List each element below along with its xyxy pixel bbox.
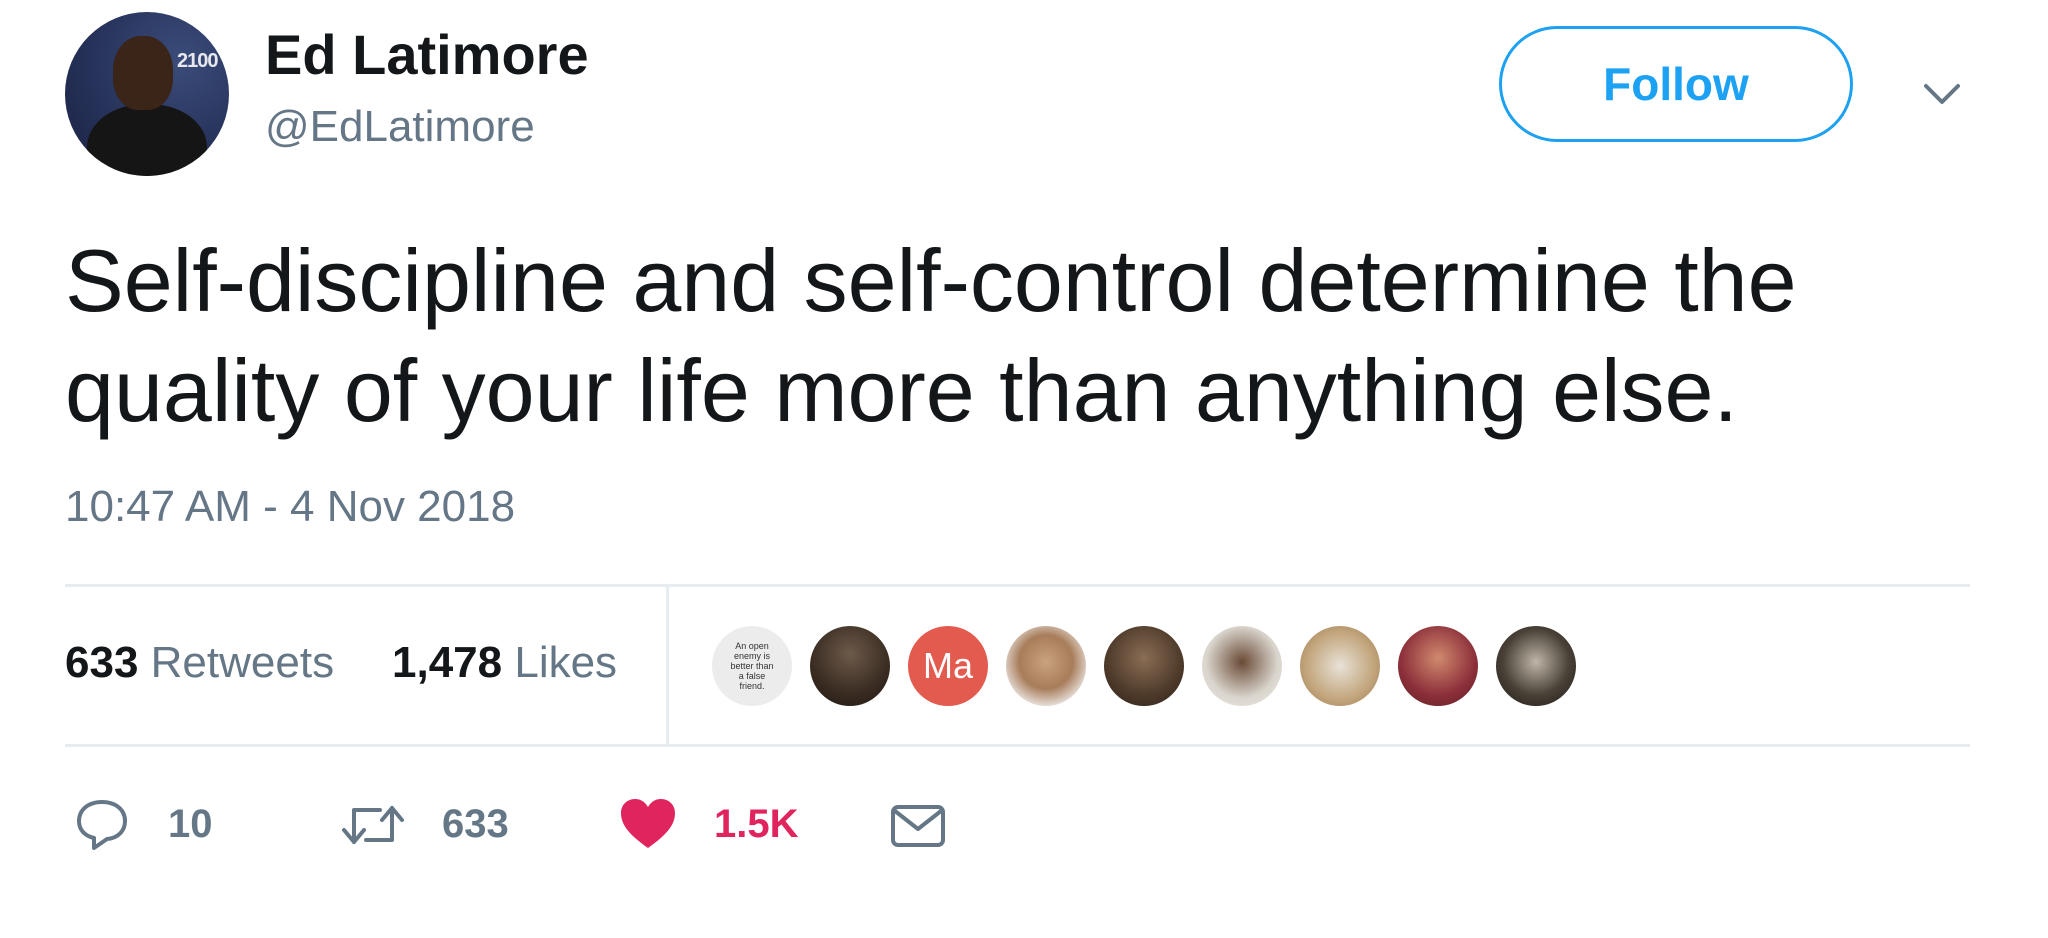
avatar-banner-text: 2100 xyxy=(177,50,218,72)
tweet-timestamp[interactable]: 10:47 AM - 4 Nov 2018 xyxy=(65,480,515,534)
author-handle[interactable]: @EdLatimore xyxy=(265,100,535,154)
tweet-text: Self-discipline and self-control determi… xyxy=(65,231,1797,440)
retweets-stat-count: 633 xyxy=(65,638,139,687)
liker-avatar-3-initials: Ma xyxy=(922,645,973,686)
reply-count: 10 xyxy=(168,802,213,846)
stats-vertical-divider xyxy=(666,586,669,744)
likes-stat[interactable]: 1,478 Likes xyxy=(392,636,617,690)
heart-icon[interactable] xyxy=(618,796,678,852)
avatar-torso-shape xyxy=(87,104,207,176)
liker-avatar-8[interactable] xyxy=(1398,626,1478,706)
message-icon[interactable] xyxy=(890,804,946,848)
liker-avatar-1-quote: An open enemy is better than a false fri… xyxy=(730,641,774,691)
likes-stat-label: Likes xyxy=(514,638,618,687)
liker-avatar-1[interactable]: An open enemy is better than a false fri… xyxy=(712,626,792,706)
tweet-card: 2100 Ed Latimore @EdLatimore Follow Self… xyxy=(0,0,2048,938)
retweets-stat[interactable]: 633 Retweets xyxy=(65,636,334,690)
chevron-down-icon[interactable] xyxy=(1920,72,1964,116)
divider-top xyxy=(65,584,1970,587)
liker-avatar-9[interactable] xyxy=(1496,626,1576,706)
likes-stat-count: 1,478 xyxy=(392,638,503,687)
retweet-icon[interactable] xyxy=(340,800,406,850)
divider-bottom xyxy=(65,744,1970,747)
retweets-stat-label: Retweets xyxy=(150,638,335,687)
author-avatar[interactable]: 2100 xyxy=(65,12,229,176)
reply-icon[interactable] xyxy=(74,798,130,852)
liker-avatar-5[interactable] xyxy=(1104,626,1184,706)
liker-avatar-6[interactable] xyxy=(1202,626,1282,706)
follow-button[interactable]: Follow xyxy=(1499,26,1853,142)
retweet-count: 633 xyxy=(442,802,509,846)
liker-avatar-4[interactable] xyxy=(1006,626,1086,706)
author-display-name[interactable]: Ed Latimore xyxy=(265,22,589,88)
avatar-head-shape xyxy=(113,36,173,110)
liker-avatar-7[interactable] xyxy=(1300,626,1380,706)
liker-avatar-2[interactable] xyxy=(810,626,890,706)
like-count: 1.5K xyxy=(714,802,799,846)
liker-avatar-3[interactable]: Ma xyxy=(908,626,988,706)
